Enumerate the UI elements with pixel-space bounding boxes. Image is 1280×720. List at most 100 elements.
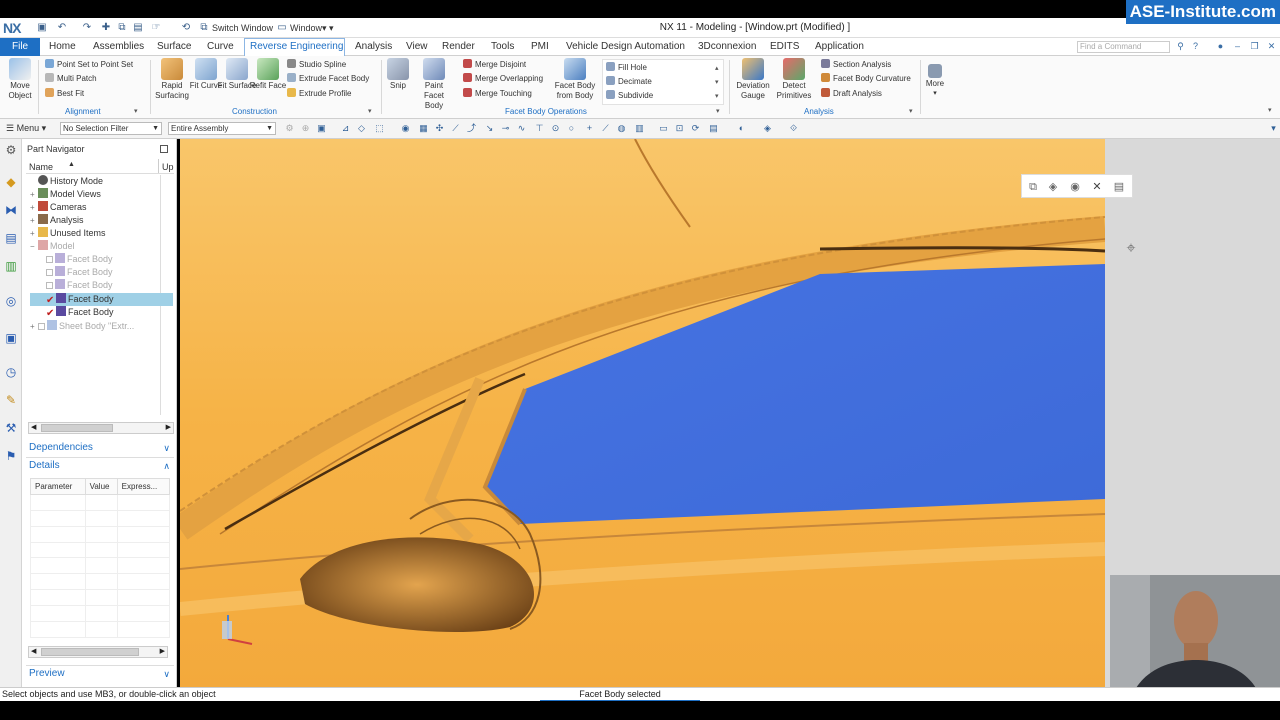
tab-view[interactable]: View <box>406 41 428 53</box>
merge-disjoint-button[interactable]: Merge Disjoint <box>463 59 526 70</box>
move-object-button[interactable]: Move Object <box>0 58 40 101</box>
point-set-to-point-set-button[interactable]: Point Set to Point Set <box>45 59 133 70</box>
bounded-grid-icon[interactable]: ▥ <box>634 123 645 134</box>
menu-button[interactable]: ☰ Menu ▾ <box>6 123 46 134</box>
point-snap-icon[interactable]: ✣ <box>434 123 445 134</box>
deviation-gauge-button[interactable]: Deviation Gauge <box>733 58 773 101</box>
expand-icon[interactable]: + <box>30 214 38 227</box>
tree-item-facet-body[interactable]: Facet Body <box>30 253 173 266</box>
close-icon[interactable]: ✕ <box>1266 41 1277 52</box>
view-orientation-icon[interactable]: ▤ <box>708 123 719 134</box>
collapse-icon[interactable]: − <box>30 240 38 253</box>
checkbox-icon[interactable] <box>46 269 53 276</box>
facet-ops-group-dropdown-icon[interactable]: ▾ <box>716 107 720 115</box>
snip-button[interactable]: Snip <box>378 58 418 91</box>
scroll-left-icon[interactable]: ◀ <box>31 647 36 657</box>
expand-icon[interactable]: + <box>30 227 38 240</box>
tab-render[interactable]: Render <box>442 41 475 53</box>
scrollbar-thumb[interactable] <box>41 648 139 656</box>
part-navigator-icon[interactable]: ▤ <box>4 231 18 245</box>
tree-item-cameras[interactable]: + Cameras <box>30 201 173 214</box>
scrollbar-thumb[interactable] <box>41 424 113 432</box>
tab-surface[interactable]: Surface <box>157 41 191 53</box>
constraint-navigator-icon[interactable]: ⧓ <box>4 203 18 217</box>
manufacturing-wizard-icon[interactable]: ⚒ <box>4 421 18 435</box>
checkbox-icon[interactable] <box>38 323 45 330</box>
existing-point-icon[interactable]: + <box>584 123 595 134</box>
show-only-icon[interactable]: ⧉ <box>1026 180 1040 194</box>
tree-item-unused-items[interactable]: + Unused Items <box>30 227 173 240</box>
info-icon[interactable]: ● <box>1215 41 1226 52</box>
tab-home[interactable]: Home <box>49 41 76 53</box>
rectangle-select-icon[interactable]: ⬚ <box>374 123 385 134</box>
selection-scope-icon[interactable]: ⊕ <box>300 123 311 134</box>
quadrant-point-icon[interactable]: ○ <box>566 123 577 134</box>
subdivide-button[interactable]: Subdivide <box>606 90 653 101</box>
column-name-header[interactable]: Name <box>29 162 53 172</box>
details-horizontal-scrollbar[interactable]: ◀ ▶ <box>28 646 168 658</box>
expand-icon[interactable]: + <box>30 188 38 201</box>
decimate-button[interactable]: Decimate <box>606 76 652 87</box>
history-icon[interactable]: ▣ <box>4 331 18 345</box>
clock-icon[interactable]: ◷ <box>4 365 18 379</box>
roles-icon[interactable]: ⚑ <box>4 449 18 463</box>
web-browser-icon[interactable]: ◎ <box>4 294 18 308</box>
select-feature-icon[interactable]: ▣ <box>316 123 327 134</box>
fill-hole-button[interactable]: Fill Hole <box>606 62 647 73</box>
assembly-navigator-icon[interactable]: ◆ <box>4 175 18 189</box>
checkbox-icon[interactable] <box>46 282 53 289</box>
tab-reverse-engineering[interactable]: Reverse Engineering <box>250 41 343 53</box>
line-snap-icon[interactable]: ⟋ <box>450 123 461 134</box>
preview-section[interactable]: Preview ∨ <box>26 666 174 682</box>
file-menu[interactable]: File <box>0 38 40 56</box>
tab-assemblies[interactable]: Assemblies <box>93 41 144 53</box>
tree-item-analysis[interactable]: + Analysis <box>30 214 173 227</box>
point-on-face-icon[interactable]: ◍ <box>616 123 627 134</box>
deselect-icon[interactable]: ◉ <box>400 123 411 134</box>
value-column-header[interactable]: Value <box>84 478 118 495</box>
checkbox-icon[interactable] <box>46 256 53 263</box>
tree-item-facet-body[interactable]: Facet Body <box>30 279 173 292</box>
tree-item-model-views[interactable]: + Model Views <box>30 188 173 201</box>
expand-icon[interactable]: + <box>30 320 38 333</box>
search-icon[interactable]: ⚲ <box>1175 41 1186 52</box>
tab-edits[interactable]: EDITS <box>770 41 799 53</box>
selection-filter-select[interactable]: No Selection Filter ▼ <box>60 122 162 135</box>
draft-analysis-button[interactable]: Draft Analysis <box>821 88 882 99</box>
curve-snap-icon[interactable]: ⤴ <box>466 123 477 134</box>
multi-patch-button[interactable]: Multi Patch <box>45 73 97 84</box>
gallery-expand-icon[interactable]: ▾ <box>715 92 719 100</box>
refit-face-button[interactable]: Refit Face <box>248 58 288 91</box>
tree-item-model[interactable]: − Model <box>30 240 173 253</box>
edit-section-icon[interactable]: ◈ <box>762 123 773 134</box>
fit-view-icon[interactable]: ▭ <box>658 123 669 134</box>
maximize-icon[interactable] <box>160 145 168 153</box>
merge-touching-button[interactable]: Merge Touching <box>463 88 532 99</box>
tab-3dconnexion[interactable]: 3Dconnexion <box>698 41 756 53</box>
scroll-right-icon[interactable]: ▶ <box>166 423 171 433</box>
filter-icon[interactable]: ⚙ <box>284 123 295 134</box>
snap-point-icon[interactable]: ↘ <box>484 123 495 134</box>
properties-icon[interactable]: ▤ <box>1112 180 1126 194</box>
rotate-icon[interactable]: ⟳ <box>690 123 701 134</box>
column-up-header[interactable]: Up <box>162 162 174 172</box>
tab-vehicle-design-automation[interactable]: Vehicle Design Automation <box>566 41 685 53</box>
reuse-library-icon[interactable]: ▥ <box>4 259 18 273</box>
facet-body-curvature-button[interactable]: Facet Body Curvature <box>821 73 911 84</box>
expression-column-header[interactable]: Express... <box>116 478 171 495</box>
merge-overlapping-button[interactable]: Merge Overlapping <box>463 73 543 84</box>
restore-icon[interactable]: ❐ <box>1249 41 1260 52</box>
extrude-facet-body-button[interactable]: Extrude Facet Body <box>287 73 369 84</box>
find-command-input[interactable]: Find a Command <box>1077 41 1170 53</box>
select-all-icon[interactable]: ▦ <box>418 123 429 134</box>
scroll-right-icon[interactable]: ▶ <box>160 647 165 657</box>
toolbar-options-icon[interactable]: ▾ <box>1268 123 1279 134</box>
edit-display-icon[interactable]: ◉ <box>1068 180 1082 194</box>
parameter-column-header[interactable]: Parameter <box>30 478 86 495</box>
expand-icon[interactable]: + <box>30 201 38 214</box>
more-button[interactable]: More ▾ <box>915 58 955 99</box>
tree-item-facet-body-selected[interactable]: ✔ Facet Body <box>30 293 173 306</box>
alignment-group-dropdown-icon[interactable]: ▾ <box>134 107 138 115</box>
navigator-horizontal-scrollbar[interactable]: ◀ ▶ <box>28 422 174 434</box>
details-section[interactable]: Details ∧ <box>26 458 174 474</box>
